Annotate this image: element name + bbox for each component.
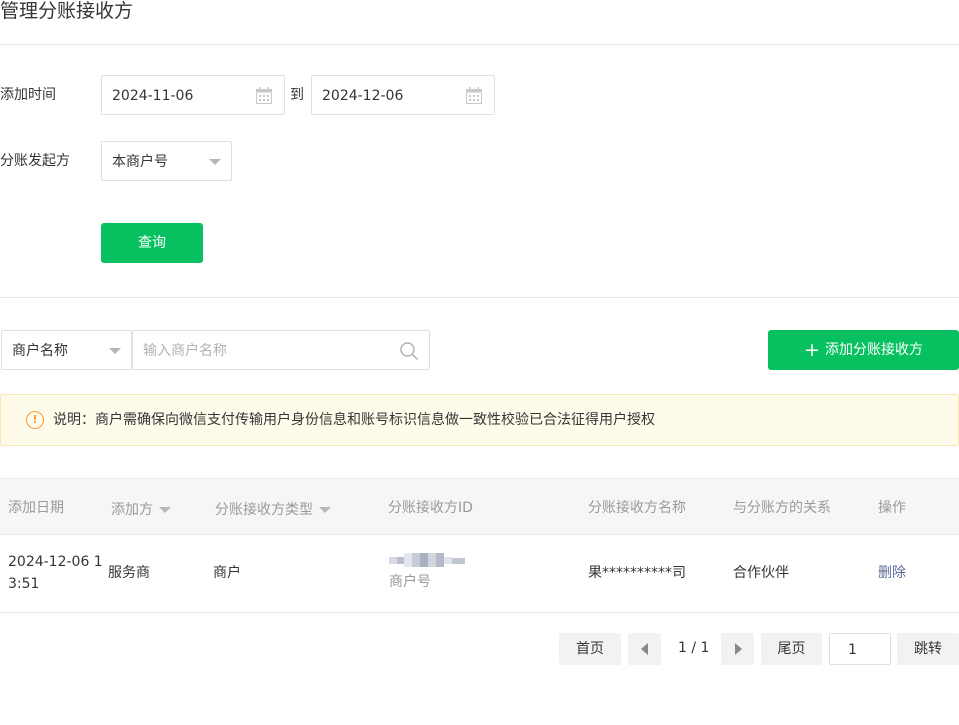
cell-receiver-id-type: 商户号 <box>389 574 431 590</box>
date-label: 添加时间 <box>0 87 56 103</box>
next-page-button[interactable] <box>721 633 754 665</box>
cell-added-by: 服务商 <box>108 565 150 581</box>
table-row: 2024-12-06 1 3:51 服务商 商户 商户号 果**********… <box>0 535 959 613</box>
initiator-label: 分账发起方 <box>0 153 70 169</box>
cell-add-date-line2: 3:51 <box>8 576 40 592</box>
initiator-select[interactable]: 本商户号 <box>101 141 232 181</box>
masked-receiver-id <box>389 553 465 567</box>
cell-receiver-type: 商户 <box>213 565 241 581</box>
calendar-icon <box>466 87 482 104</box>
search-field-select[interactable]: 商户名称 <box>1 330 132 370</box>
section-divider <box>0 297 959 298</box>
end-date-input[interactable]: 2024-12-06 <box>311 75 495 115</box>
merchant-search-input[interactable] <box>143 340 393 362</box>
header-divider <box>0 44 959 45</box>
col-add-date: 添加日期 <box>8 500 64 516</box>
col-receiver-type-label: 分账接收方类型 <box>215 502 313 518</box>
prev-page-button[interactable] <box>628 633 661 665</box>
add-receiver-button[interactable]: + 添加分账接收方 <box>768 330 959 370</box>
query-button[interactable]: 查询 <box>101 223 203 263</box>
col-action: 操作 <box>878 500 906 516</box>
start-date-input[interactable]: 2024-11-06 <box>101 75 285 115</box>
col-receiver-name: 分账接收方名称 <box>588 500 686 516</box>
merchant-search-box[interactable] <box>132 330 430 370</box>
search-field-value: 商户名称 <box>12 343 68 359</box>
cell-relation: 合作伙伴 <box>733 565 789 581</box>
initiator-value: 本商户号 <box>112 154 168 170</box>
col-relation: 与分账方的关系 <box>733 500 831 516</box>
add-receiver-label: 添加分账接收方 <box>824 342 923 358</box>
col-receiver-id: 分账接收方ID <box>388 500 473 516</box>
page-info: 1 / 1 <box>678 640 710 656</box>
end-date-value: 2024-12-06 <box>322 88 404 104</box>
search-icon[interactable] <box>399 341 419 361</box>
chevron-left-icon <box>641 643 648 655</box>
page-number-input[interactable] <box>848 640 884 660</box>
page-number-box[interactable] <box>829 633 891 665</box>
col-added-by[interactable]: 添加方 <box>111 500 171 520</box>
page-title: 管理分账接收方 <box>0 0 134 22</box>
calendar-icon <box>256 87 272 104</box>
date-separator: 到 <box>290 87 304 103</box>
col-added-by-label: 添加方 <box>111 502 153 518</box>
start-date-value: 2024-11-06 <box>112 88 194 104</box>
last-page-button[interactable]: 尾页 <box>761 633 822 665</box>
cell-receiver-name: 果**********司 <box>588 565 686 581</box>
chevron-right-icon <box>735 643 742 655</box>
jump-button[interactable]: 跳转 <box>897 633 959 665</box>
table-header: 添加日期 添加方 分账接收方类型 分账接收方ID 分账接收方名称 与分账方的关系… <box>0 478 959 535</box>
delete-link[interactable]: 删除 <box>878 562 906 585</box>
notice-banner: ! 说明：商户需确保向微信支付传输用户身份信息和账号标识信息做一致性校验已合法征… <box>0 394 959 446</box>
notice-text: 说明：商户需确保向微信支付传输用户身份信息和账号标识信息做一致性校验已合法征得用… <box>53 412 655 428</box>
col-receiver-type[interactable]: 分账接收方类型 <box>215 500 331 520</box>
cell-add-date-line1: 2024-12-06 1 <box>8 554 103 570</box>
chevron-down-icon <box>209 159 221 165</box>
warning-circle-icon: ! <box>26 411 44 429</box>
chevron-down-icon <box>319 507 331 513</box>
plus-icon: + <box>804 339 820 361</box>
chevron-down-icon <box>109 348 121 354</box>
chevron-down-icon <box>159 507 171 513</box>
first-page-button[interactable]: 首页 <box>559 633 621 665</box>
